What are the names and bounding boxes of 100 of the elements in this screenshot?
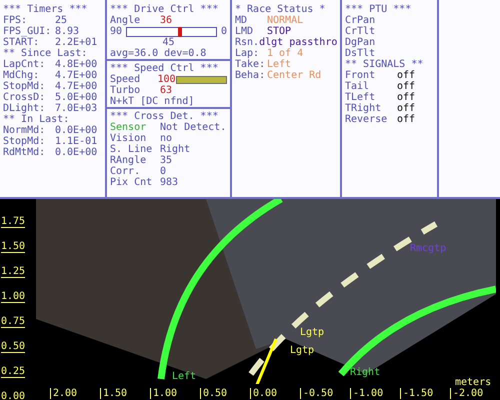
field-value: 4.7E+00 — [55, 81, 98, 92]
x-axis-label: -0.50 — [300, 388, 334, 399]
field-value: 25 — [55, 15, 68, 26]
x-axis-label: 0.50 — [200, 388, 228, 399]
x-axis-label: -2.00 — [450, 388, 484, 399]
field-label: RdMtMd: — [3, 147, 46, 158]
summary-text: N+kT [DC nfnd] — [107, 96, 230, 109]
field-value: no — [160, 133, 172, 144]
field-value: off — [397, 70, 416, 81]
x-axis-label: -1.50 — [400, 388, 434, 399]
field-value: 4.8E+00 — [55, 59, 98, 70]
field-label: Pix Cnt — [110, 177, 154, 188]
label-text: DgPan — [345, 37, 376, 48]
field-value: 0.0E+00 — [55, 125, 98, 136]
field-value: Left — [267, 59, 292, 70]
field-label: DLight: — [3, 103, 46, 114]
x-axis-label: 1.00 — [150, 388, 178, 399]
label-text: CrTlt — [345, 26, 376, 37]
field-label: MD — [235, 15, 248, 26]
field-label: CrossD: — [3, 92, 46, 103]
x-axis-label: 1.50 — [100, 388, 128, 399]
section-heading: *** Timers *** — [3, 4, 88, 15]
field-label: Tail — [345, 81, 370, 92]
field-label: RAngle — [110, 155, 148, 166]
unit-label: meters — [455, 377, 492, 388]
field-value: STOP — [267, 26, 292, 37]
field-label: Angle — [110, 15, 142, 26]
y-axis-label: 1.25 — [1, 266, 26, 278]
x-axis-label: 0.00 — [250, 388, 278, 399]
y-axis-label: 1.50 — [1, 241, 26, 253]
field-label: Take: — [235, 59, 266, 70]
y-axis-label: 0.50 — [1, 341, 26, 353]
field-value: 36 — [160, 15, 172, 26]
field-label: LapCnt: — [3, 59, 46, 70]
y-axis-label: 1.00 — [1, 291, 26, 303]
field-value: off — [397, 81, 416, 92]
field-value: 5.0E+00 — [55, 92, 98, 103]
field-label: Front — [345, 70, 376, 81]
field-label: LMD — [235, 26, 254, 37]
field-label: FPS_GUI: — [3, 26, 52, 37]
field-value: 2.2E+01 — [55, 37, 98, 48]
section-heading: ** In Last: — [3, 114, 70, 125]
field-value: NORMAL — [267, 15, 304, 26]
field-value: 0.0E+00 — [55, 147, 98, 158]
field-label: Vision — [110, 133, 148, 144]
field-label: START: — [3, 37, 40, 48]
section-heading: ** Since Last: — [3, 48, 88, 59]
field-label: MdChg: — [3, 70, 40, 81]
field-value: 7.0E+03 — [55, 103, 98, 114]
field-label: StopMd: — [3, 136, 46, 147]
y-axis-label: 0.25 — [1, 366, 26, 378]
field-value: off — [397, 114, 416, 125]
x-axis-label: -1.00 — [350, 388, 384, 399]
section-heading: ** SIGNALS ** — [345, 59, 424, 70]
field-label: TLeft — [345, 92, 376, 103]
field-value: 1.1E-01 — [55, 136, 98, 147]
scale-min: 90 — [110, 26, 122, 37]
field-value: 8.93 — [55, 26, 80, 37]
marker-label: Lgtp — [300, 327, 324, 338]
field-value: 63 — [160, 85, 172, 96]
field-value: dlgt passthro — [259, 37, 338, 48]
field-label: Corr. — [110, 166, 142, 177]
field-label: S. Line — [110, 144, 154, 155]
field-value: 1 of 4 — [267, 48, 304, 59]
y-axis-label: 1.75 — [1, 216, 26, 228]
section-heading: *** Cross Det. *** — [110, 111, 218, 122]
field-label: Lap: — [235, 48, 260, 59]
field-label: Turbo — [110, 85, 142, 96]
section-heading: * Race Status * — [235, 4, 326, 15]
field-label: FPS: — [3, 15, 28, 26]
label-text: DsTlt — [345, 48, 376, 59]
summary-text: avg=36.0 dev=0.8 — [107, 48, 230, 61]
section-heading: *** Speed Ctrl *** — [110, 63, 218, 74]
field-value: Right — [160, 144, 190, 155]
label-text: CrPan — [345, 15, 376, 26]
field-label: Speed — [110, 74, 140, 85]
field-label: Beha: — [235, 70, 266, 81]
section-heading: *** PTU *** — [345, 4, 412, 15]
field-value: off — [397, 92, 416, 103]
field-label: StopMd: — [3, 81, 46, 92]
field-value: 35 — [160, 155, 172, 166]
field-value: 983 — [160, 177, 178, 188]
marker-label: Right — [350, 367, 380, 378]
y-axis-label: 0.00 — [1, 391, 26, 400]
field-value: 0 — [160, 166, 166, 177]
sensor-label: Sensor — [110, 122, 148, 133]
field-label: TRight — [345, 103, 382, 114]
field-value: 4.7E+00 — [55, 70, 98, 81]
field-label: Rsn. — [235, 37, 260, 48]
scale-max: 0 — [220, 26, 227, 37]
scale-mid: 45 — [162, 37, 175, 48]
marker-label: Rmcgtp — [410, 243, 446, 254]
marker-label: Left — [172, 371, 196, 382]
x-axis-label: 2.00 — [50, 388, 78, 399]
field-label: NormMd: — [3, 125, 46, 136]
field-value: Not Detect. — [160, 122, 226, 133]
field-value: off — [397, 103, 416, 114]
field-value: Center Rd — [267, 70, 322, 81]
field-label: Reverse — [345, 114, 388, 125]
section-heading: *** Drive Ctrl *** — [110, 4, 218, 15]
